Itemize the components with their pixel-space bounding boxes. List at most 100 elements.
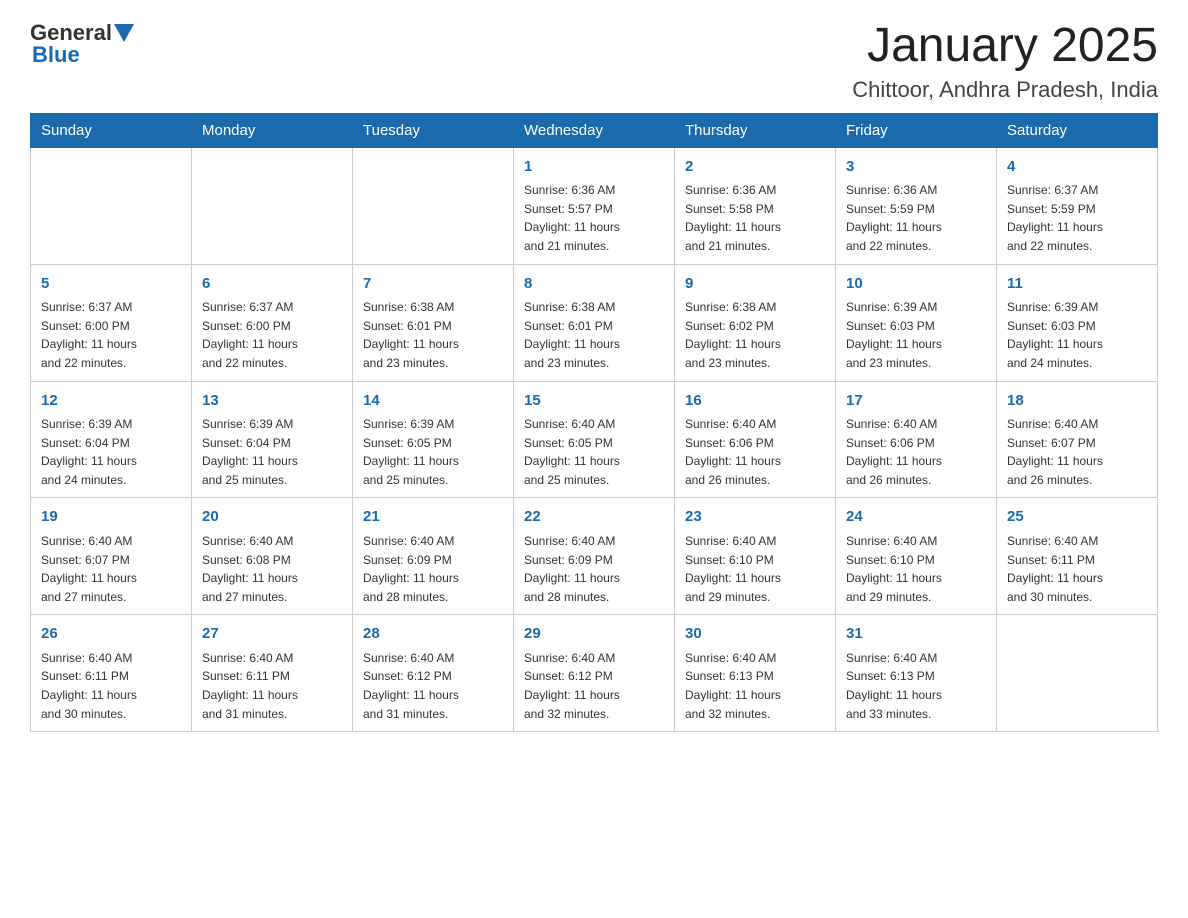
calendar-cell: 26 Sunrise: 6:40 AM Sunset: 6:11 PM Dayli… [31,615,192,732]
logo-blue-text: Blue [32,42,80,68]
calendar-cell: 30 Sunrise: 6:40 AM Sunset: 6:13 PM Dayli… [675,615,836,732]
calendar-cell: 2Sunrise: 6:36 AM Sunset: 5:58 PM Daylig… [675,147,836,264]
day-number: 26 [41,623,181,646]
day-number: 15 [524,390,664,413]
calendar-cell: 13Sunrise: 6:39 AM Sunset: 6:04 PM Dayli… [192,381,353,498]
day-info: Sunrise: 6:40 AM Sunset: 6:09 PM Dayligh… [363,532,503,606]
day-info: Sunrise: 6:40 AM Sunset: 6:11 PM Dayligh… [202,649,342,723]
logo: General Blue [30,20,134,68]
day-number: 14 [363,390,503,413]
day-info: Sunrise: 6:36 AM Sunset: 5:58 PM Dayligh… [685,181,825,255]
logo-triangle-icon [114,24,134,44]
day-info: Sunrise: 6:40 AM Sunset: 6:07 PM Dayligh… [1007,415,1147,489]
calendar-week-2: 5Sunrise: 6:37 AM Sunset: 6:00 PM Daylig… [31,264,1158,381]
calendar-cell: 9Sunrise: 6:38 AM Sunset: 6:02 PM Daylig… [675,264,836,381]
weekday-thursday: Thursday [675,113,836,147]
day-info: Sunrise: 6:40 AM Sunset: 6:08 PM Dayligh… [202,532,342,606]
day-number: 9 [685,273,825,296]
day-info: Sunrise: 6:40 AM Sunset: 6:06 PM Dayligh… [685,415,825,489]
calendar-cell: 15Sunrise: 6:40 AM Sunset: 6:05 PM Dayli… [514,381,675,498]
day-info: Sunrise: 6:40 AM Sunset: 6:09 PM Dayligh… [524,532,664,606]
calendar-cell: 27 Sunrise: 6:40 AM Sunset: 6:11 PM Dayli… [192,615,353,732]
day-number: 2 [685,156,825,179]
calendar-cell: 21 Sunrise: 6:40 AM Sunset: 6:09 PM Dayli… [353,498,514,615]
day-info: Sunrise: 6:40 AM Sunset: 6:13 PM Dayligh… [685,649,825,723]
day-info: Sunrise: 6:37 AM Sunset: 6:00 PM Dayligh… [41,298,181,372]
day-number: 11 [1007,273,1147,296]
weekday-wednesday: Wednesday [514,113,675,147]
calendar-week-4: 19 Sunrise: 6:40 AM Sunset: 6:07 PM Dayli… [31,498,1158,615]
calendar-cell: 20Sunrise: 6:40 AM Sunset: 6:08 PM Dayli… [192,498,353,615]
calendar-cell: 29 Sunrise: 6:40 AM Sunset: 6:12 PM Dayli… [514,615,675,732]
day-info: Sunrise: 6:40 AM Sunset: 6:07 PM Dayligh… [41,532,181,606]
day-info: Sunrise: 6:36 AM Sunset: 5:59 PM Dayligh… [846,181,986,255]
calendar-cell: 23Sunrise: 6:40 AM Sunset: 6:10 PM Dayli… [675,498,836,615]
day-number: 19 [41,506,181,529]
month-title: January 2025 [852,20,1158,73]
day-info: Sunrise: 6:40 AM Sunset: 6:11 PM Dayligh… [41,649,181,723]
calendar-cell [31,147,192,264]
calendar-cell: 12Sunrise: 6:39 AM Sunset: 6:04 PM Dayli… [31,381,192,498]
day-info: Sunrise: 6:39 AM Sunset: 6:04 PM Dayligh… [202,415,342,489]
day-number: 4 [1007,156,1147,179]
title-section: January 2025 Chittoor, Andhra Pradesh, I… [852,20,1158,103]
day-info: Sunrise: 6:40 AM Sunset: 6:10 PM Dayligh… [685,532,825,606]
day-number: 12 [41,390,181,413]
calendar-week-1: 1Sunrise: 6:36 AM Sunset: 5:57 PM Daylig… [31,147,1158,264]
calendar-cell: 22 Sunrise: 6:40 AM Sunset: 6:09 PM Dayli… [514,498,675,615]
day-info: Sunrise: 6:37 AM Sunset: 6:00 PM Dayligh… [202,298,342,372]
day-number: 30 [685,623,825,646]
calendar-header: SundayMondayTuesdayWednesdayThursdayFrid… [31,113,1158,147]
weekday-tuesday: Tuesday [353,113,514,147]
calendar-table: SundayMondayTuesdayWednesdayThursdayFrid… [30,113,1158,732]
weekday-sunday: Sunday [31,113,192,147]
calendar-cell [353,147,514,264]
day-number: 31 [846,623,986,646]
day-number: 6 [202,273,342,296]
day-info: Sunrise: 6:40 AM Sunset: 6:10 PM Dayligh… [846,532,986,606]
weekday-monday: Monday [192,113,353,147]
day-number: 5 [41,273,181,296]
calendar-cell: 17Sunrise: 6:40 AM Sunset: 6:06 PM Dayli… [836,381,997,498]
calendar-cell: 19 Sunrise: 6:40 AM Sunset: 6:07 PM Dayli… [31,498,192,615]
weekday-saturday: Saturday [997,113,1158,147]
day-info: Sunrise: 6:38 AM Sunset: 6:01 PM Dayligh… [524,298,664,372]
day-number: 13 [202,390,342,413]
calendar-cell: 1Sunrise: 6:36 AM Sunset: 5:57 PM Daylig… [514,147,675,264]
day-info: Sunrise: 6:36 AM Sunset: 5:57 PM Dayligh… [524,181,664,255]
day-number: 7 [363,273,503,296]
day-number: 25 [1007,506,1147,529]
day-info: Sunrise: 6:40 AM Sunset: 6:05 PM Dayligh… [524,415,664,489]
calendar-cell: 28Sunrise: 6:40 AM Sunset: 6:12 PM Dayli… [353,615,514,732]
day-number: 1 [524,156,664,179]
day-info: Sunrise: 6:39 AM Sunset: 6:03 PM Dayligh… [846,298,986,372]
day-info: Sunrise: 6:40 AM Sunset: 6:06 PM Dayligh… [846,415,986,489]
calendar-cell: 14Sunrise: 6:39 AM Sunset: 6:05 PM Dayli… [353,381,514,498]
day-number: 29 [524,623,664,646]
calendar-cell: 25 Sunrise: 6:40 AM Sunset: 6:11 PM Dayli… [997,498,1158,615]
day-number: 18 [1007,390,1147,413]
day-number: 8 [524,273,664,296]
day-number: 17 [846,390,986,413]
day-number: 21 [363,506,503,529]
calendar-cell: 4Sunrise: 6:37 AM Sunset: 5:59 PM Daylig… [997,147,1158,264]
day-info: Sunrise: 6:39 AM Sunset: 6:04 PM Dayligh… [41,415,181,489]
day-info: Sunrise: 6:40 AM Sunset: 6:11 PM Dayligh… [1007,532,1147,606]
calendar-week-5: 26 Sunrise: 6:40 AM Sunset: 6:11 PM Dayli… [31,615,1158,732]
day-number: 3 [846,156,986,179]
page-header: General Blue January 2025 Chittoor, Andh… [30,20,1158,103]
weekday-friday: Friday [836,113,997,147]
day-number: 27 [202,623,342,646]
day-info: Sunrise: 6:39 AM Sunset: 6:03 PM Dayligh… [1007,298,1147,372]
day-info: Sunrise: 6:39 AM Sunset: 6:05 PM Dayligh… [363,415,503,489]
calendar-cell: 16Sunrise: 6:40 AM Sunset: 6:06 PM Dayli… [675,381,836,498]
calendar-cell: 31 Sunrise: 6:40 AM Sunset: 6:13 PM Dayli… [836,615,997,732]
weekday-header-row: SundayMondayTuesdayWednesdayThursdayFrid… [31,113,1158,147]
calendar-cell [997,615,1158,732]
calendar-cell: 24Sunrise: 6:40 AM Sunset: 6:10 PM Dayli… [836,498,997,615]
day-number: 22 [524,506,664,529]
day-info: Sunrise: 6:40 AM Sunset: 6:13 PM Dayligh… [846,649,986,723]
day-info: Sunrise: 6:40 AM Sunset: 6:12 PM Dayligh… [524,649,664,723]
calendar-cell: 3Sunrise: 6:36 AM Sunset: 5:59 PM Daylig… [836,147,997,264]
calendar-cell: 6Sunrise: 6:37 AM Sunset: 6:00 PM Daylig… [192,264,353,381]
